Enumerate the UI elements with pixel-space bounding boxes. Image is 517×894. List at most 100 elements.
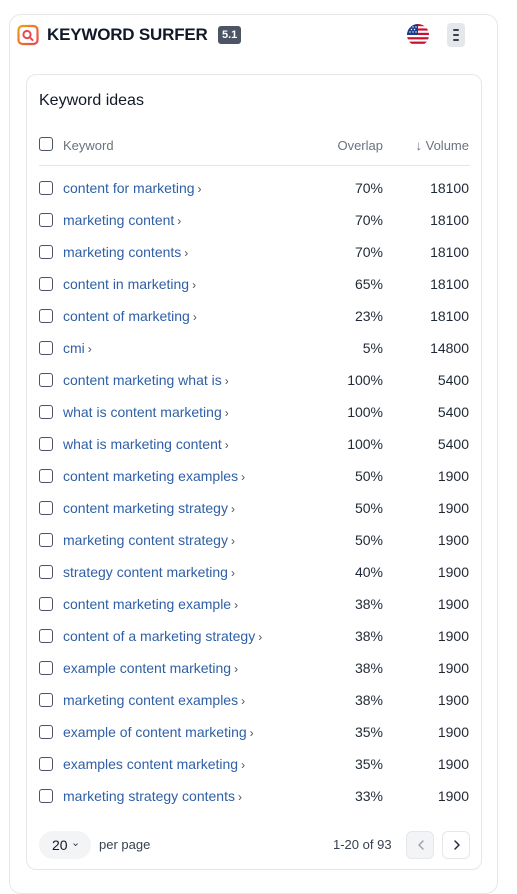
- row-checkbox[interactable]: [39, 437, 53, 451]
- row-checkbox[interactable]: [39, 693, 53, 707]
- overlap-value: 38%: [354, 628, 383, 644]
- chevron-right-icon: ›: [249, 726, 254, 740]
- overlap-value: 70%: [354, 180, 383, 196]
- chevron-right-icon: ›: [230, 502, 235, 516]
- volume-value: 1900: [437, 468, 469, 484]
- overlap-value: 65%: [354, 276, 383, 292]
- overlap-value: 38%: [354, 596, 383, 612]
- chevron-left-icon: [418, 840, 424, 850]
- row-checkbox[interactable]: [39, 661, 53, 675]
- per-page-value: 20: [52, 837, 68, 853]
- row-checkbox[interactable]: [39, 629, 53, 643]
- keyword-link[interactable]: content marketing what is ›: [63, 372, 229, 388]
- row-checkbox[interactable]: [39, 597, 53, 611]
- table-row: content marketing example › 38% 1900: [27, 592, 481, 624]
- brand-name: KEYWORD SURFER: [47, 25, 208, 44]
- row-checkbox[interactable]: [39, 181, 53, 195]
- per-page-select[interactable]: 20 ⌄: [39, 831, 91, 859]
- keyword-surfer-logo-icon: [17, 24, 39, 46]
- keyword-link[interactable]: example of content marketing ›: [63, 724, 254, 740]
- volume-value: 14800: [430, 340, 469, 356]
- chevron-right-icon: ›: [241, 758, 246, 772]
- menu-icon[interactable]: [447, 23, 465, 47]
- keyword-link[interactable]: content marketing example ›: [63, 596, 238, 612]
- table-row: content of a marketing strategy › 38% 190…: [27, 624, 481, 656]
- keyword-link[interactable]: marketing contents ›: [63, 244, 188, 260]
- table-row: example of content marketing › 35% 1900: [27, 720, 481, 752]
- row-checkbox[interactable]: [39, 533, 53, 547]
- keyword-link[interactable]: content marketing examples ›: [63, 468, 245, 484]
- previous-page-button[interactable]: [406, 831, 434, 859]
- chevron-right-icon: ›: [87, 342, 92, 356]
- overlap-value: 38%: [354, 660, 383, 676]
- chevron-right-icon: [454, 840, 460, 850]
- us-flag-icon[interactable]: [407, 24, 429, 46]
- select-all-checkbox[interactable]: [39, 137, 53, 151]
- chevron-right-icon: ›: [224, 438, 229, 452]
- row-checkbox[interactable]: [39, 213, 53, 227]
- volume-value: 1900: [437, 660, 469, 676]
- table-row: what is content marketing › 100% 5400: [27, 400, 481, 432]
- volume-value: 18100: [430, 180, 469, 196]
- volume-value: 1900: [437, 564, 469, 580]
- row-checkbox[interactable]: [39, 757, 53, 771]
- table-row: marketing content › 70% 18100: [27, 208, 481, 240]
- chevron-right-icon: ›: [230, 534, 235, 548]
- overlap-value: 40%: [354, 564, 383, 580]
- version-badge: 5.1: [218, 26, 242, 44]
- keyword-link[interactable]: content of a marketing strategy ›: [63, 628, 262, 644]
- volume-value: 5400: [437, 372, 469, 388]
- keyword-link[interactable]: examples content marketing ›: [63, 756, 245, 772]
- panel-title: Keyword ideas: [39, 92, 144, 109]
- table-row: content in marketing › 65% 18100: [27, 272, 481, 304]
- table-row: marketing strategy contents › 33% 1900: [27, 784, 481, 816]
- overlap-value: 100%: [347, 404, 383, 420]
- volume-value: 5400: [437, 404, 469, 420]
- keyword-link[interactable]: what is marketing content ›: [63, 436, 229, 452]
- column-header-volume[interactable]: ↓ Volume: [416, 138, 469, 153]
- keyword-link[interactable]: marketing content ›: [63, 212, 181, 228]
- row-checkbox[interactable]: [39, 341, 53, 355]
- row-checkbox[interactable]: [39, 725, 53, 739]
- chevron-right-icon: ›: [237, 790, 242, 804]
- volume-value: 18100: [430, 212, 469, 228]
- keyword-link[interactable]: content for marketing ›: [63, 180, 202, 196]
- row-checkbox[interactable]: [39, 373, 53, 387]
- volume-value: 1900: [437, 724, 469, 740]
- volume-value: 1900: [437, 788, 469, 804]
- table-row: content of marketing › 23% 18100: [27, 304, 481, 336]
- keyword-link[interactable]: marketing strategy contents ›: [63, 788, 242, 804]
- row-checkbox[interactable]: [39, 789, 53, 803]
- row-checkbox[interactable]: [39, 405, 53, 419]
- chevron-right-icon: ›: [258, 630, 263, 644]
- chevron-right-icon: ›: [177, 214, 182, 228]
- row-checkbox[interactable]: [39, 501, 53, 515]
- chevron-right-icon: ›: [234, 598, 239, 612]
- keyword-link[interactable]: what is content marketing ›: [63, 404, 229, 420]
- keyword-link[interactable]: content of marketing ›: [63, 308, 197, 324]
- keyword-link[interactable]: content marketing strategy ›: [63, 500, 235, 516]
- keyword-link[interactable]: marketing content strategy ›: [63, 532, 235, 548]
- keyword-link[interactable]: example content marketing ›: [63, 660, 238, 676]
- overlap-value: 100%: [347, 372, 383, 388]
- table-row: what is marketing content › 100% 5400: [27, 432, 481, 464]
- row-checkbox[interactable]: [39, 277, 53, 291]
- keyword-link[interactable]: cmi ›: [63, 340, 92, 356]
- volume-value: 1900: [437, 628, 469, 644]
- overlap-value: 38%: [354, 692, 383, 708]
- next-page-button[interactable]: [442, 831, 470, 859]
- table-row: content marketing strategy › 50% 1900: [27, 496, 481, 528]
- keyword-link[interactable]: strategy content marketing ›: [63, 564, 235, 580]
- row-checkbox[interactable]: [39, 565, 53, 579]
- row-checkbox[interactable]: [39, 245, 53, 259]
- keyword-link[interactable]: content in marketing ›: [63, 276, 196, 292]
- table-row: examples content marketing › 35% 1900: [27, 752, 481, 784]
- table-row: content marketing examples › 50% 1900: [27, 464, 481, 496]
- column-header-overlap[interactable]: Overlap: [337, 138, 383, 153]
- row-checkbox[interactable]: [39, 309, 53, 323]
- table-row: cmi › 5% 14800: [27, 336, 481, 368]
- overlap-value: 50%: [354, 532, 383, 548]
- column-header-keyword[interactable]: Keyword: [63, 138, 114, 153]
- keyword-link[interactable]: marketing content examples ›: [63, 692, 245, 708]
- row-checkbox[interactable]: [39, 469, 53, 483]
